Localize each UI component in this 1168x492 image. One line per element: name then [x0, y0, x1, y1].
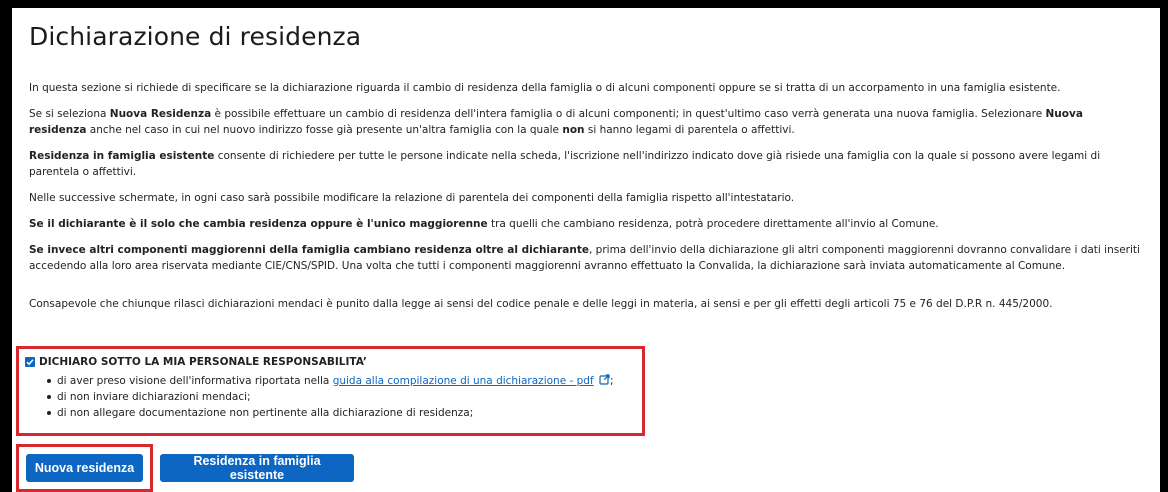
checkmark-icon [26, 359, 34, 366]
nuova-residenza-button[interactable]: Nuova residenza [26, 454, 143, 482]
declaration-heading-text: DICHIARO SOTTO LA MIA PERSONALE RESPONSA… [39, 356, 367, 368]
paragraph-consapevole: Consapevole che chiunque rilasci dichiar… [29, 298, 1053, 310]
paragraph-intro: In questa sezione si richiede di specifi… [29, 82, 1061, 94]
guide-pdf-link[interactable]: guida alla compilazione di una dichiaraz… [333, 375, 594, 387]
info-text: In questa sezione si richiede di specifi… [29, 80, 1141, 322]
declaration-box: DICHIARO SOTTO LA MIA PERSONALE RESPONSA… [16, 346, 645, 436]
declaration-item: di aver preso visione dell'informativa r… [47, 373, 642, 389]
external-link-icon[interactable] [599, 374, 610, 385]
residenza-famiglia-esistente-button[interactable]: Residenza in famiglia esistente [160, 454, 354, 482]
declaration-item: di non allegare documentazione non perti… [47, 405, 642, 421]
paragraph-nuova-residenza: Se si seleziona Nuova Residenza è possib… [29, 108, 1083, 136]
paragraph-relazione: Nelle successive schermate, in ogni caso… [29, 192, 795, 204]
page-title: Dichiarazione di residenza [29, 22, 362, 51]
paragraph-famiglia-esistente: Residenza in famiglia esistente consente… [29, 150, 1101, 178]
declaration-checkbox[interactable] [25, 357, 35, 367]
page-frame: Dichiarazione di residenza In questa sez… [12, 8, 1160, 492]
paragraph-altri-componenti: Se invece altri componenti maggiorenni d… [29, 244, 1140, 272]
declaration-item: di non inviare dichiarazioni mendaci; [47, 389, 642, 405]
declaration-heading: DICHIARO SOTTO LA MIA PERSONALE RESPONSA… [25, 355, 642, 369]
paragraph-solo-dichiarante: Se il dichiarante è il solo che cambia r… [29, 218, 939, 230]
declaration-list: di aver preso visione dell'informativa r… [25, 373, 642, 421]
